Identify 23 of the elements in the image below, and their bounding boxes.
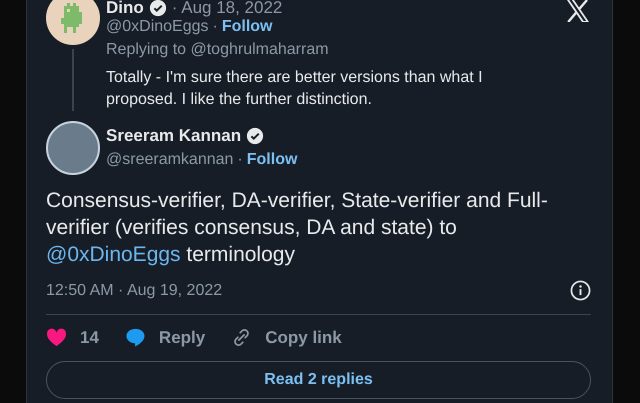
author-name[interactable]: Dino <box>106 0 144 15</box>
read-replies-button[interactable]: Read 2 replies <box>46 361 591 399</box>
separator-dot: · <box>237 150 243 170</box>
separator-dot: · <box>212 17 218 37</box>
mention-link[interactable]: @0xDinoEggs <box>46 243 181 266</box>
author-name[interactable]: Sreeram Kannan <box>106 126 242 146</box>
replying-to-text: Replying to @toghrulmaharram <box>106 40 330 60</box>
like-count[interactable]: 14 <box>80 328 99 348</box>
follow-link[interactable]: Follow <box>222 17 272 37</box>
tweet-date: · Aug 18, 2022 <box>172 0 282 15</box>
action-label[interactable]: Reply <box>158 328 206 348</box>
tweet-timestamp[interactable]: 12:50 AM · Aug 19, 2022 <box>46 282 222 300</box>
avatar[interactable] <box>46 0 100 45</box>
action-label[interactable]: Copy link <box>265 328 342 348</box>
heart-icon[interactable] <box>46 328 67 347</box>
speech-bubble-icon[interactable] <box>124 328 146 347</box>
tweet-text: Totally - I'm sure there are better versions than what I proposed. I like the further distinction. <box>106 68 484 110</box>
avatar[interactable] <box>46 121 100 175</box>
author-handle[interactable]: @0xDinoEggs <box>106 17 209 37</box>
author-handle[interactable]: @sreeramkannan <box>106 150 234 170</box>
follow-link[interactable]: Follow <box>246 150 298 170</box>
tweet-text: Consensus-verifier, DA-verifier, State-verifier and Full-verifier (verifies consensus, DA and state) to @0xDinoEggs terminology <box>46 188 549 268</box>
info-icon[interactable] <box>570 280 591 301</box>
